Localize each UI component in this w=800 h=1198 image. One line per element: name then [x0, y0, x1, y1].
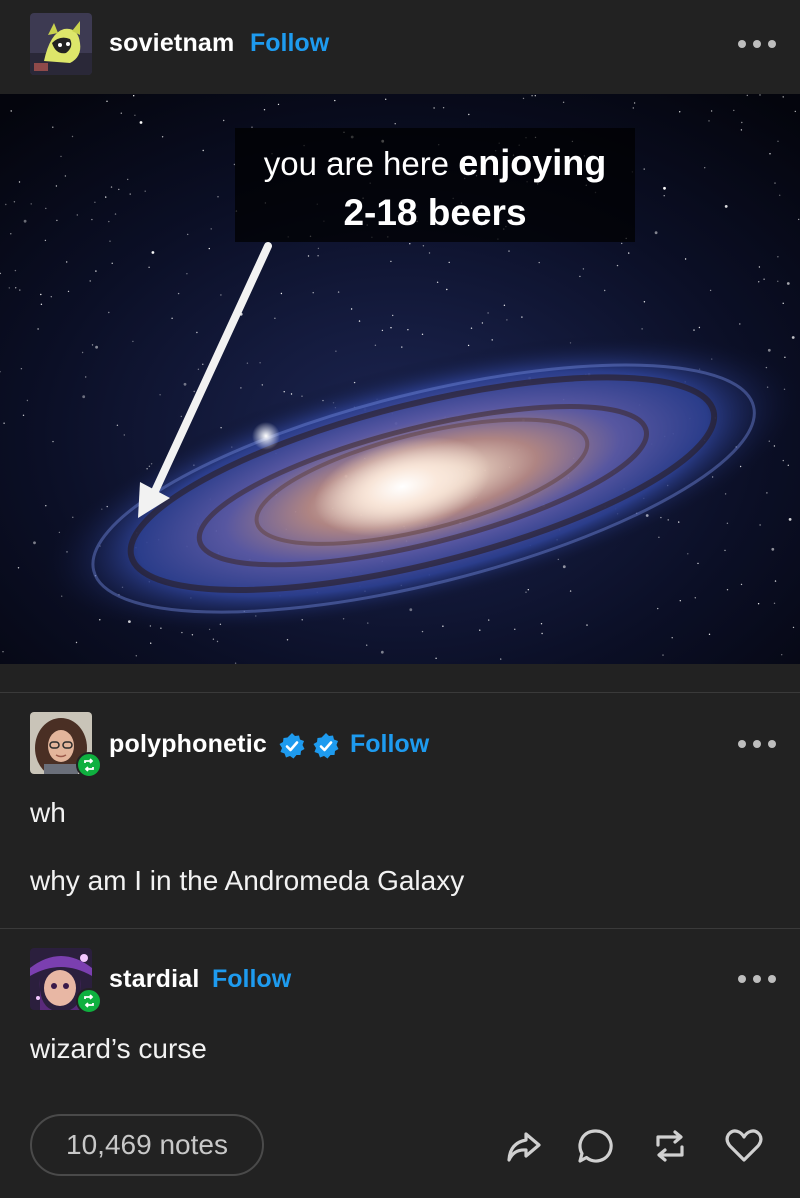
follow-button-polyphonetic[interactable]: Follow	[350, 730, 429, 759]
meme-caption-line1-plain: you are here	[263, 145, 450, 182]
more-options-icon[interactable]	[738, 38, 776, 50]
more-options-icon[interactable]	[738, 973, 776, 985]
avatar[interactable]	[30, 13, 92, 75]
notes-count-button[interactable]: 10,469 notes	[30, 1114, 264, 1176]
more-options-icon[interactable]	[738, 738, 776, 750]
meme-caption-line2: 2-18 beers	[343, 192, 527, 233]
reblog-badge-icon	[76, 752, 102, 778]
tumblr-post: sovietnam Follow you are here enjoying 2…	[0, 0, 800, 1198]
meme-caption-line1-bold: enjoying	[458, 142, 607, 183]
share-icon[interactable]	[504, 1126, 544, 1166]
post-author-username[interactable]: sovietnam	[109, 29, 234, 58]
reblogger-username[interactable]: stardial	[109, 965, 200, 994]
divider	[0, 692, 800, 693]
divider	[0, 928, 800, 929]
verified-check-icon	[312, 732, 340, 760]
follow-button-sovietnam[interactable]: Follow	[250, 29, 329, 58]
reblog-text-line: wizard’s curse	[30, 1033, 207, 1064]
reply-icon[interactable]	[576, 1126, 616, 1166]
reblogger-username[interactable]: polyphonetic	[109, 730, 267, 759]
reblog-icon[interactable]	[650, 1126, 690, 1166]
reblog-badge-icon	[76, 988, 102, 1014]
reblog-text-line: wh	[30, 797, 66, 828]
reblog-text-line: why am I in the Andromeda Galaxy	[30, 865, 465, 896]
heart-icon[interactable]	[724, 1126, 764, 1166]
follow-button-stardial[interactable]: Follow	[212, 965, 291, 994]
verified-check-icon	[278, 732, 306, 760]
meme-caption: you are here enjoying 2-18 beers	[235, 128, 635, 242]
